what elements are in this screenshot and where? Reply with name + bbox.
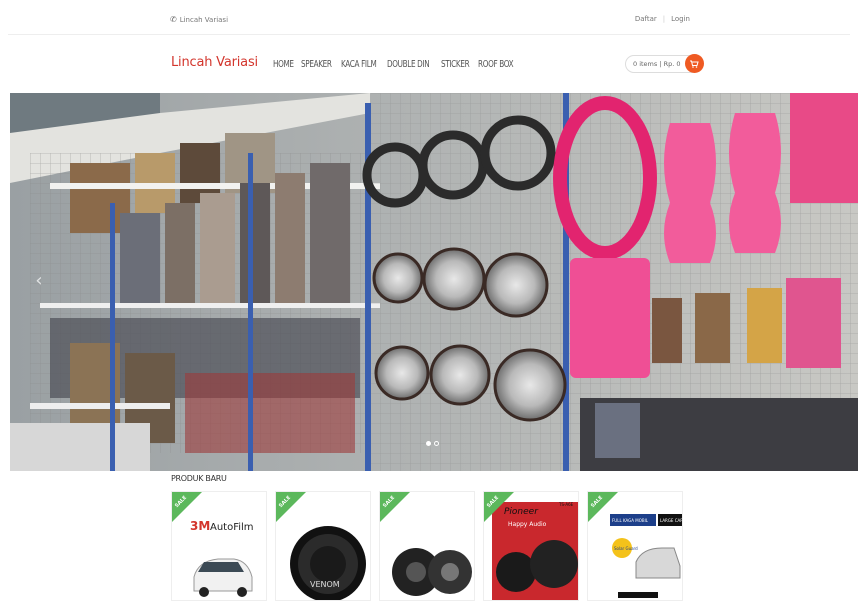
slider-dot[interactable] bbox=[434, 441, 439, 446]
product-card[interactable]: SALE 3M AutoFilm bbox=[171, 491, 267, 601]
product-card[interactable]: SALE Pioneer TS-A6E Happy Audio bbox=[483, 491, 579, 601]
product-card[interactable]: SALE bbox=[379, 491, 475, 601]
menu-item-kaca-film[interactable]: KACA FILM bbox=[341, 59, 377, 70]
svg-text:AutoFilm: AutoFilm bbox=[210, 522, 254, 533]
menu-item-double-din[interactable]: DOUBLE DIN bbox=[387, 59, 430, 70]
slider-indicators bbox=[426, 441, 439, 446]
svg-text:VENOM: VENOM bbox=[310, 580, 340, 589]
svg-text:LARGE CAR: LARGE CAR bbox=[660, 518, 683, 523]
header-divider bbox=[8, 34, 850, 35]
main-menu: HOME SPEAKER KACA FILM DOUBLE DIN STICKE… bbox=[273, 59, 514, 70]
register-link[interactable]: Daftar bbox=[635, 15, 657, 23]
product-list: SALE 3M AutoFilm SALE VENOM SALE SALE Pi… bbox=[171, 491, 683, 601]
cart-widget[interactable]: 0 items | Rp. 0 bbox=[625, 53, 704, 75]
product-card[interactable]: SALE VENOM bbox=[275, 491, 371, 601]
hero-slider[interactable]: ‹ bbox=[10, 93, 858, 471]
contact-label: Lincah Variasi bbox=[179, 15, 229, 24]
auth-separator: | bbox=[662, 15, 666, 23]
svg-text:TS-A6E: TS-A6E bbox=[558, 502, 574, 507]
auth-links: Daftar | Login bbox=[635, 15, 690, 23]
login-link[interactable]: Login bbox=[671, 15, 690, 23]
svg-text:Solar Guard: Solar Guard bbox=[614, 546, 638, 551]
cart-icon bbox=[690, 60, 699, 68]
site-logo[interactable]: Lincah Variasi bbox=[171, 55, 258, 70]
menu-item-roof-box[interactable]: ROOF BOX bbox=[478, 59, 514, 70]
section-title: PRODUK BARU bbox=[171, 474, 227, 483]
top-bar: ✆ Lincah Variasi Daftar | Login bbox=[0, 0, 858, 38]
phone-icon: ✆ bbox=[170, 15, 177, 24]
svg-text:Happy Audio: Happy Audio bbox=[508, 521, 547, 528]
slider-dot[interactable] bbox=[426, 441, 431, 446]
menu-item-home[interactable]: HOME bbox=[273, 59, 294, 70]
cart-button[interactable] bbox=[684, 54, 704, 73]
menu-item-speaker[interactable]: SPEAKER bbox=[301, 59, 332, 70]
contact-info: ✆ Lincah Variasi bbox=[170, 15, 228, 24]
product-card[interactable]: SALE FULL KAGA MOBIL LARGE CAR Solar Gua… bbox=[587, 491, 683, 601]
menu-item-sticker[interactable]: STICKER bbox=[441, 59, 470, 70]
hero-image bbox=[10, 93, 858, 471]
chevron-left-icon[interactable]: ‹ bbox=[30, 269, 48, 293]
